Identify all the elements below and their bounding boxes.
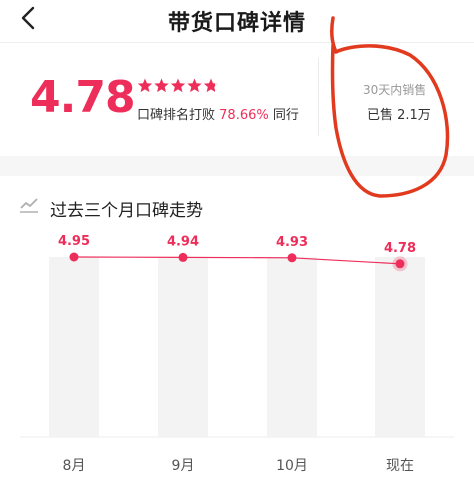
chart-column-bg [267, 257, 317, 437]
chart-series-line [73, 256, 401, 265]
rating-score: 4.78 [30, 72, 136, 123]
header-bar: 带货口碑详情 [0, 0, 474, 40]
rank-percentage: 78.66% [219, 108, 269, 123]
rank-text: 口碑排名打败 78.66% 同行 [137, 104, 299, 123]
chart-category-label: 现在 [386, 458, 414, 474]
star-icon [187, 78, 202, 93]
star-rating [137, 78, 219, 93]
header-divider [0, 42, 474, 43]
chart-value-label: 4.78 [384, 241, 416, 256]
chart-value-label: 4.95 [58, 234, 90, 249]
chart-column-bg [158, 257, 208, 437]
page-title: 带货口碑详情 [167, 11, 306, 36]
chart-value-label: 4.93 [276, 235, 308, 250]
chart-point [178, 252, 188, 262]
trend-title: 过去三个月口碑走势 [50, 201, 203, 221]
rank-prefix: 口碑排名打败 [137, 108, 216, 123]
chart-point [287, 253, 297, 263]
chart-category-label: 8月 [63, 458, 86, 474]
summary-separator [318, 58, 319, 136]
star-icon [154, 78, 169, 93]
chart-column-bg [49, 257, 99, 437]
star-icon [170, 78, 186, 93]
chart-category-label: 10月 [276, 458, 308, 474]
chart-point [69, 252, 79, 262]
trend-chart: 4.95 8月 4.94 9月 4.93 10月 4.78 现在 [20, 234, 454, 474]
section-gap [0, 156, 474, 176]
star-icon [137, 78, 153, 93]
chart-value-label: 4.94 [167, 234, 199, 249]
trend-line-icon [20, 198, 38, 213]
sales-period-label: 30天内销售 [363, 83, 427, 97]
sales-value: 已售 2.1万 [367, 108, 431, 123]
star-icon [203, 78, 219, 93]
chart-point [395, 259, 405, 269]
chart-category-label: 9月 [172, 458, 195, 474]
chart-column-bg [375, 257, 425, 437]
rank-suffix: 同行 [272, 108, 299, 123]
